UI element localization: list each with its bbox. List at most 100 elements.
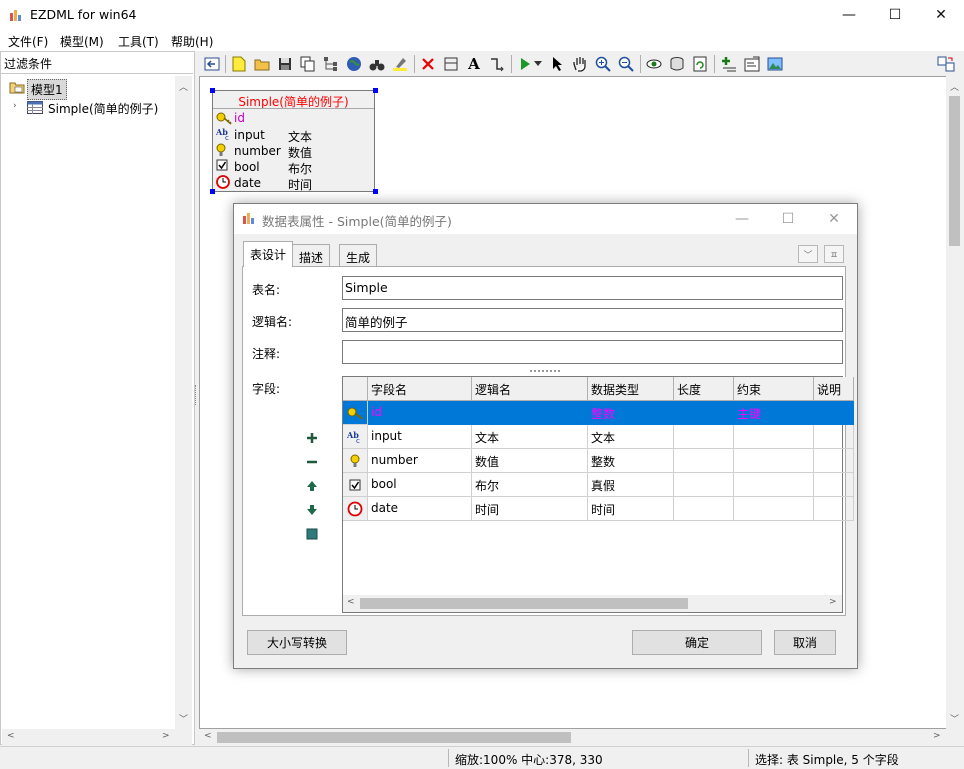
grid-cell-desc[interactable]: [814, 401, 854, 425]
filter-input[interactable]: 过滤条件: [4, 55, 52, 72]
tab-generate[interactable]: 生成: [339, 244, 378, 266]
text-tool-icon[interactable]: A: [465, 55, 483, 73]
grid-cell-logic[interactable]: [472, 401, 588, 425]
grid-horizontal-scrollbar[interactable]: < >: [343, 595, 842, 612]
cancel-button[interactable]: 取消: [774, 630, 836, 655]
grid-cell-name[interactable]: id: [368, 401, 472, 425]
pin-icon[interactable]: ㅍ: [824, 245, 844, 263]
grid-cell-desc[interactable]: [814, 425, 854, 449]
grid-cell-logic[interactable]: 数值: [472, 449, 588, 473]
preview-eye-icon[interactable]: [645, 55, 663, 73]
move-down-icon[interactable]: [304, 502, 320, 518]
grid-cell-type[interactable]: 文本: [588, 425, 674, 449]
zoom-in-icon[interactable]: [594, 55, 612, 73]
resize-handle[interactable]: [210, 189, 215, 194]
remove-row-icon[interactable]: [304, 454, 320, 470]
case-convert-button[interactable]: 大小写转换: [247, 630, 347, 655]
logic-name-input[interactable]: 简单的例子: [342, 308, 843, 332]
dropdown-arrow-icon[interactable]: [532, 55, 544, 73]
tree-structure-icon[interactable]: [322, 55, 340, 73]
scroll-thumb[interactable]: [949, 96, 960, 246]
db-connect-icon[interactable]: [668, 55, 686, 73]
grid-cell-logic[interactable]: 布尔: [472, 473, 588, 497]
resize-grip[interactable]: [530, 370, 560, 373]
link-tool-icon[interactable]: [488, 55, 506, 73]
grid-cell-desc[interactable]: [814, 497, 854, 521]
open-folder-icon[interactable]: [253, 55, 271, 73]
grid-cell-length[interactable]: [674, 425, 734, 449]
scroll-thumb[interactable]: [360, 598, 688, 609]
left-vertical-scrollbar[interactable]: ︿ ﹀: [175, 76, 192, 730]
grid-header-cell[interactable]: 约束: [734, 377, 814, 401]
add-row-icon[interactable]: [304, 430, 320, 446]
menu-help[interactable]: 帮助(H): [171, 33, 213, 50]
grid-cell-constraint[interactable]: [734, 425, 814, 449]
grid-cell-desc[interactable]: [814, 449, 854, 473]
grid-cell-length[interactable]: [674, 449, 734, 473]
grid-header-cell[interactable]: 长度: [674, 377, 734, 401]
table-frame-icon[interactable]: [442, 55, 460, 73]
grid-cell-logic[interactable]: 文本: [472, 425, 588, 449]
grid-cell-name[interactable]: number: [368, 449, 472, 473]
comment-input[interactable]: [342, 340, 843, 364]
zoom-out-icon[interactable]: [617, 55, 635, 73]
grid-header-cell[interactable]: 字段名: [368, 377, 472, 401]
toggle-tree-icon[interactable]: [203, 55, 221, 73]
minimize-button[interactable]: —: [826, 0, 872, 30]
grid-cell-length[interactable]: [674, 401, 734, 425]
grid-cell-name[interactable]: date: [368, 497, 472, 521]
resize-handle[interactable]: [210, 88, 215, 93]
resize-handle[interactable]: [373, 88, 378, 93]
menu-file[interactable]: 文件(F): [8, 33, 48, 50]
grid-cell-type[interactable]: 时间: [588, 497, 674, 521]
tab-table-design[interactable]: 表设计: [243, 241, 294, 267]
globe-icon[interactable]: [345, 55, 363, 73]
grid-cell-length[interactable]: [674, 497, 734, 521]
menu-model[interactable]: 模型(M): [60, 33, 104, 50]
new-file-icon[interactable]: [230, 55, 248, 73]
grid-cell-constraint[interactable]: [734, 497, 814, 521]
refresh-doc-icon[interactable]: [691, 55, 709, 73]
canvas-vertical-scrollbar[interactable]: ︿ ﹀: [946, 76, 963, 729]
table-name-input[interactable]: Simple: [342, 276, 843, 300]
canvas-horizontal-scrollbar[interactable]: < >: [199, 729, 947, 746]
grid-cell-name[interactable]: input: [368, 425, 472, 449]
grid-cell-type[interactable]: 整数: [588, 401, 674, 425]
menu-tools[interactable]: 工具(T): [118, 33, 159, 50]
grid-cell-constraint[interactable]: [734, 473, 814, 497]
close-button[interactable]: ✕: [918, 0, 964, 30]
window-switch-icon[interactable]: [937, 55, 955, 73]
tree-item-table[interactable]: Simple(简单的例子): [48, 100, 158, 117]
grid-cell-constraint[interactable]: 主键: [734, 401, 814, 425]
properties-icon[interactable]: [743, 55, 761, 73]
field-detail-icon[interactable]: [304, 526, 320, 542]
add-field-icon[interactable]: [720, 55, 738, 73]
resize-handle[interactable]: [373, 189, 378, 194]
grid-cell-desc[interactable]: [814, 473, 854, 497]
tree-item-model[interactable]: 模型1: [27, 79, 67, 100]
image-export-icon[interactable]: [766, 55, 784, 73]
scroll-thumb[interactable]: [217, 732, 571, 743]
grid-header-cell[interactable]: 说明: [814, 377, 854, 401]
grid-header-cell[interactable]: 数据类型: [588, 377, 674, 401]
highlight-pen-icon[interactable]: [391, 55, 409, 73]
grid-cell-type[interactable]: 整数: [588, 449, 674, 473]
splitter-handle[interactable]: [195, 385, 198, 405]
grid-cell-name[interactable]: bool: [368, 473, 472, 497]
grid-header-cell[interactable]: 逻辑名: [472, 377, 588, 401]
dialog-minimize-button[interactable]: —: [719, 204, 765, 234]
grid-cell-length[interactable]: [674, 473, 734, 497]
delete-icon[interactable]: [419, 55, 437, 73]
find-binoculars-icon[interactable]: [368, 55, 386, 73]
left-horizontal-scrollbar[interactable]: < >: [2, 729, 192, 746]
dialog-maximize-button[interactable]: ☐: [765, 204, 811, 234]
grid-cell-type[interactable]: 真假: [588, 473, 674, 497]
maximize-button[interactable]: ☐: [872, 0, 918, 30]
ok-button[interactable]: 确定: [632, 630, 762, 655]
grid-cell-logic[interactable]: 时间: [472, 497, 588, 521]
chevron-down-icon[interactable]: ﹀: [798, 245, 818, 263]
select-pointer-icon[interactable]: [548, 55, 566, 73]
tree-expander-icon[interactable]: ›: [13, 101, 17, 111]
tab-description[interactable]: 描述: [292, 244, 331, 266]
save-icon[interactable]: [276, 55, 294, 73]
